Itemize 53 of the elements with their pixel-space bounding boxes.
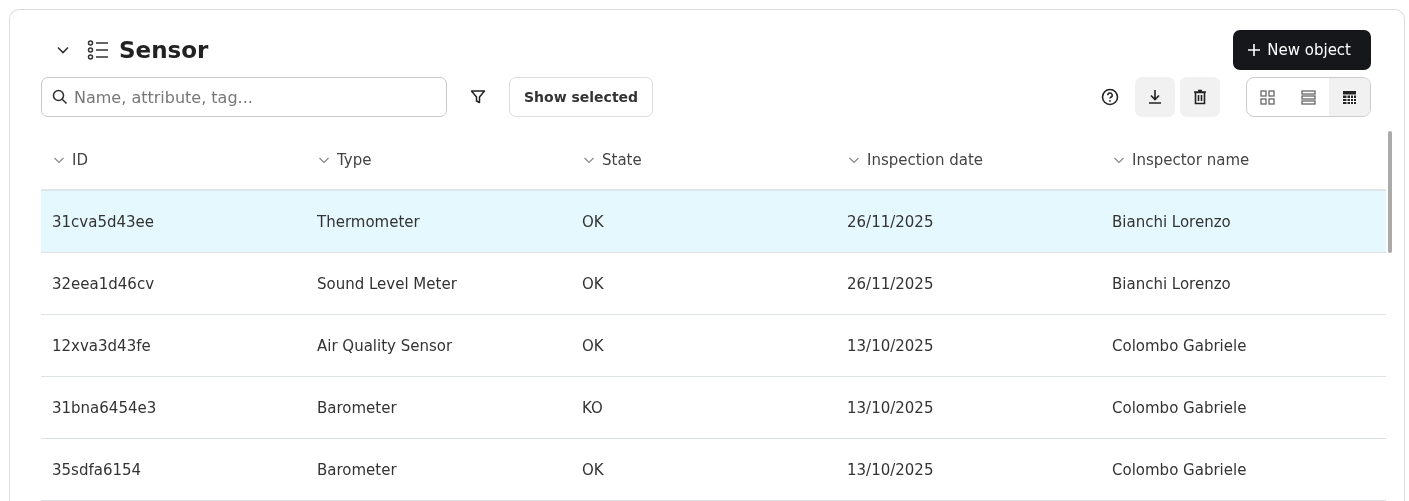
table-cell-text: 13/10/2025 <box>846 459 935 481</box>
column-header[interactable]: Type <box>306 131 571 189</box>
list-icon <box>87 39 109 61</box>
grid-icon <box>1260 89 1275 105</box>
table-view-button[interactable] <box>1329 78 1370 116</box>
search-icon <box>52 89 68 105</box>
table-row[interactable]: 12xva3d43fe Air Quality Sensor OK 13/10/2025 Colombo Gabriele <box>41 315 1386 377</box>
column-header[interactable]: State <box>571 131 836 189</box>
table-cell-text: Colombo Gabriele <box>1111 335 1248 357</box>
column-header[interactable]: Inspector name <box>1101 131 1366 189</box>
table-cell-text: Barometer <box>316 459 398 481</box>
help-icon[interactable] <box>1101 88 1119 106</box>
filter-icon <box>470 89 486 105</box>
table-row[interactable]: 31bna6454e3 Barometer KO 13/10/2025 Colombo Gabriele <box>41 377 1386 439</box>
download-icon <box>1147 89 1163 105</box>
table-cell-text: 35sdfa6154 <box>51 459 143 481</box>
table-cell-text: Bianchi Lorenzo <box>1111 273 1232 295</box>
column-header[interactable]: Inspection date <box>836 131 1101 189</box>
table-cell-text: 13/10/2025 <box>846 335 935 357</box>
scrollbar-thumb[interactable] <box>1388 131 1392 253</box>
table-cell-text: 26/11/2025 <box>846 211 935 233</box>
table-cell-text: Sound Level Meter <box>316 273 458 295</box>
plus-icon <box>1247 43 1262 57</box>
table-cell-text: OK <box>581 459 605 481</box>
show-selected-button[interactable]: Show selected <box>509 77 654 117</box>
table-row[interactable]: 35sdfa6154 Barometer OK 13/10/2025 Colombo Gabriele <box>41 439 1386 501</box>
table-cell-text: Colombo Gabriele <box>1111 459 1248 481</box>
new-object-button[interactable]: New object <box>1233 30 1371 70</box>
search-field[interactable]: Name, attribute, tag... <box>41 77 447 117</box>
table-cell-text: 31cva5d43ee <box>51 211 155 233</box>
rows-icon <box>1301 89 1316 105</box>
table-cell-text: 26/11/2025 <box>846 273 935 295</box>
table-icon <box>1342 89 1357 105</box>
table-cell-text: OK <box>581 335 605 357</box>
table-cell-text: Barometer <box>316 397 398 419</box>
table-cell-text: Colombo Gabriele <box>1111 397 1248 419</box>
delete-button[interactable] <box>1180 77 1220 117</box>
table-cell-text: 32eea1d46cv <box>51 273 155 295</box>
table-cell-text: Air Quality Sensor <box>316 335 454 357</box>
table-row[interactable]: 31cva5d43ee Thermometer OK 26/11/2025 Bianchi Lorenzo <box>41 191 1386 253</box>
table-cell-text: 12xva3d43fe <box>51 335 152 357</box>
panel-title: Sensor <box>119 37 209 63</box>
table-cell-text: Thermometer <box>316 211 421 233</box>
table-cell-text: KO <box>581 397 604 419</box>
trash-icon <box>1193 89 1207 105</box>
column-header[interactable]: ID <box>41 131 306 189</box>
download-button[interactable] <box>1135 77 1175 117</box>
table-cell-text: Bianchi Lorenzo <box>1111 211 1232 233</box>
table-cell-text: 31bna6454e3 <box>51 397 158 419</box>
table-cell-text: 13/10/2025 <box>846 397 935 419</box>
table-row[interactable]: 32eea1d46cv Sound Level Meter OK 26/11/2025 Bianchi Lorenzo <box>41 253 1386 315</box>
table-cell-text: OK <box>581 273 605 295</box>
table-cell-text: OK <box>581 211 605 233</box>
